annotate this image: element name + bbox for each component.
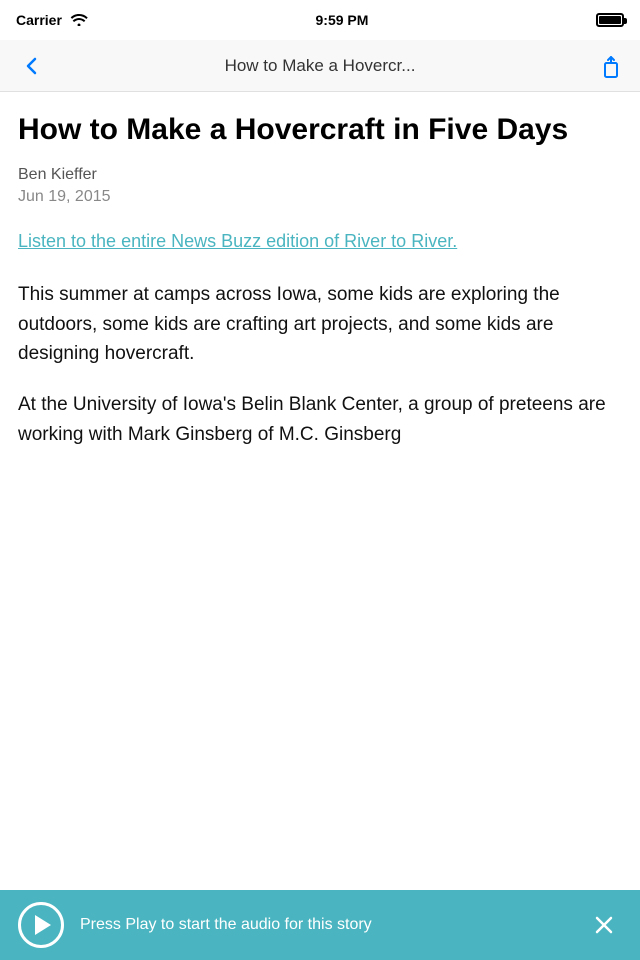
- status-right: [596, 13, 624, 27]
- share-button[interactable]: [588, 46, 628, 86]
- nav-bar: How to Make a Hovercr...: [0, 40, 640, 92]
- article-body: This summer at camps across Iowa, some k…: [18, 280, 622, 449]
- article-author: Ben Kieffer: [18, 166, 622, 184]
- status-bar: Carrier 9:59 PM: [0, 0, 640, 40]
- article-date: Jun 19, 2015: [18, 188, 622, 206]
- nav-title: How to Make a Hovercr...: [52, 56, 588, 76]
- carrier-label: Carrier: [16, 12, 62, 28]
- article-content: How to Make a Hovercraft in Five Days Be…: [0, 92, 640, 890]
- article-paragraph-1: This summer at camps across Iowa, some k…: [18, 280, 622, 368]
- back-button[interactable]: [12, 46, 52, 86]
- status-left: Carrier: [16, 12, 88, 29]
- play-button[interactable]: [18, 902, 64, 948]
- article-link[interactable]: Listen to the entire News Buzz edition o…: [18, 228, 622, 254]
- play-icon: [35, 915, 51, 935]
- article-title: How to Make a Hovercraft in Five Days: [18, 112, 622, 148]
- audio-text: Press Play to start the audio for this s…: [80, 915, 570, 936]
- article-meta: Ben Kieffer Jun 19, 2015: [18, 166, 622, 206]
- close-button[interactable]: [586, 907, 622, 943]
- article-paragraph-2: At the University of Iowa's Belin Blank …: [18, 390, 622, 449]
- wifi-icon: [70, 12, 88, 29]
- audio-bar: Press Play to start the audio for this s…: [0, 890, 640, 960]
- status-time: 9:59 PM: [316, 12, 369, 28]
- battery-icon: [596, 13, 624, 27]
